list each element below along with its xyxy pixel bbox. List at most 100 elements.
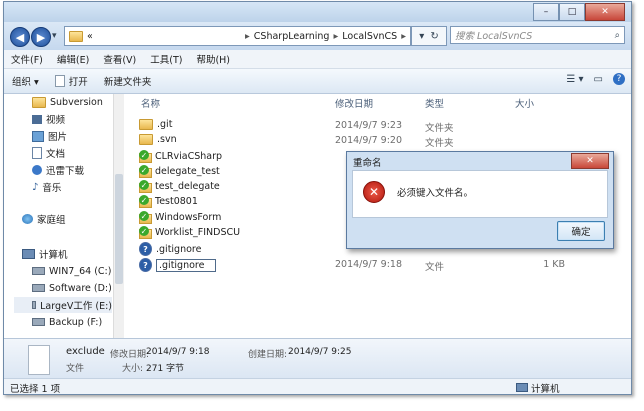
navigation-pane: Subversion 视频 图片 文档 迅雷下载 ♪ 音乐 家庭组 计算机 WI… bbox=[4, 94, 124, 338]
dropdown-icon[interactable]: ▾ bbox=[419, 31, 424, 42]
file-name: test_delegate bbox=[155, 180, 220, 192]
folder-icon bbox=[69, 30, 83, 42]
sidebar-item-label: Subversion bbox=[50, 96, 103, 108]
drive-icon bbox=[32, 301, 37, 309]
column-header-name[interactable]: 名称 bbox=[141, 96, 160, 110]
sidebar-item-thunder-downloads[interactable]: 迅雷下载 bbox=[32, 162, 84, 178]
open-button[interactable]: 打开 bbox=[47, 74, 96, 88]
sidebar-item-computer[interactable]: 计算机 bbox=[22, 246, 68, 262]
address-bar[interactable]: « ▸ CSharpLearning ▸ LocalSvnCS ▸ bbox=[64, 26, 411, 46]
sidebar-item-label: 文档 bbox=[46, 149, 66, 160]
file-name: .svn bbox=[157, 134, 177, 145]
organize-button[interactable]: 组织 ▾ bbox=[4, 74, 47, 88]
menu-help[interactable]: 帮助(H) bbox=[189, 52, 237, 66]
sidebar-item-drive-c[interactable]: WIN7_64 (C:) bbox=[32, 263, 111, 279]
help-icon[interactable]: ? bbox=[613, 73, 625, 85]
breadcrumb-localsvncs[interactable]: LocalSvnCS bbox=[338, 31, 401, 42]
file-name: delegate_test bbox=[155, 165, 220, 177]
svn-folder-icon: ✓ bbox=[139, 226, 152, 239]
sidebar-item-drive-d[interactable]: Software (D:) bbox=[32, 280, 112, 296]
sidebar-item-label: 音乐 bbox=[42, 183, 62, 194]
dialog-message: 必须键入文件名。 bbox=[397, 188, 474, 199]
details-created: 2014/9/7 9:25 bbox=[288, 347, 352, 357]
new-folder-button[interactable]: 新建文件夹 bbox=[96, 74, 160, 88]
column-header-date[interactable]: 修改日期 bbox=[335, 96, 373, 110]
file-size: 1 KB bbox=[543, 259, 565, 270]
navigation-bar: ◀ ▶ ▾ « ▸ CSharpLearning ▸ LocalSvnCS ▸ … bbox=[4, 22, 631, 50]
refresh-icon[interactable]: ↻ bbox=[430, 31, 438, 42]
download-icon bbox=[32, 165, 42, 175]
dialog-title: 重命名 bbox=[353, 158, 382, 169]
sidebar-item-pictures[interactable]: 图片 bbox=[32, 128, 67, 144]
file-name: Worklist_FINDSCU bbox=[155, 226, 241, 238]
folder-icon bbox=[32, 96, 46, 108]
file-date: 2014/9/7 9:23 bbox=[335, 120, 403, 131]
recent-dropdown-icon[interactable]: ▾ bbox=[52, 31, 57, 41]
svn-folder-icon: ✓ bbox=[139, 180, 152, 193]
dialog-close-button[interactable]: ✕ bbox=[571, 153, 609, 169]
document-icon bbox=[32, 147, 42, 159]
video-icon bbox=[32, 114, 42, 124]
sidebar-item-drive-e[interactable]: LargeV工作 (E:) bbox=[14, 297, 112, 313]
breadcrumb-csharplearning[interactable]: CSharpLearning bbox=[250, 31, 334, 42]
svn-folder-icon: ✓ bbox=[139, 150, 152, 163]
back-button[interactable]: ◀ bbox=[10, 27, 30, 47]
folder-icon bbox=[139, 134, 153, 145]
sidebar-item-music[interactable]: ♪ 音乐 bbox=[32, 179, 61, 195]
status-bar: 已选择 1 项 计算机 bbox=[4, 378, 631, 395]
sidebar-item-documents[interactable]: 文档 bbox=[32, 145, 65, 161]
column-header-type[interactable]: 类型 bbox=[425, 96, 444, 110]
ok-button[interactable]: 确定 bbox=[557, 221, 605, 241]
details-created-label: 创建日期: bbox=[248, 350, 288, 360]
computer-icon bbox=[516, 383, 528, 392]
table-row[interactable]: .svn 2014/9/7 9:20 文件夹 bbox=[139, 134, 619, 149]
view-options-icon[interactable]: ☰ ▾ bbox=[566, 74, 583, 85]
menu-tools[interactable]: 工具(T) bbox=[143, 52, 189, 66]
sidebar-item-label: 图片 bbox=[48, 132, 68, 143]
folder-icon bbox=[139, 119, 153, 130]
sidebar-item-subversion[interactable]: Subversion bbox=[32, 94, 103, 110]
dialog-body: ✕ 必须键入文件名。 bbox=[352, 170, 608, 218]
refresh-button[interactable]: ▾ ↻ bbox=[411, 26, 447, 46]
status-selected: 已选择 1 项 bbox=[10, 384, 61, 395]
preview-pane-icon[interactable]: ▭ bbox=[594, 74, 603, 85]
file-name: CLRviaCSharp bbox=[155, 150, 223, 162]
file-icon bbox=[54, 75, 65, 87]
table-row[interactable]: .git 2014/9/7 9:23 文件夹 bbox=[139, 119, 619, 134]
drive-icon bbox=[32, 318, 45, 326]
sidebar-item-drive-f[interactable]: Backup (F:) bbox=[32, 314, 102, 330]
details-modified: 2014/9/7 9:18 bbox=[146, 347, 210, 357]
table-row[interactable]: ? .gitignore 2014/9/7 9:18 文件 1 KB bbox=[139, 258, 619, 273]
search-input[interactable]: 搜索 LocalSvnCS ⌕ bbox=[450, 26, 625, 44]
forward-button[interactable]: ▶ bbox=[31, 27, 51, 47]
sidebar-item-label: 迅雷下载 bbox=[46, 166, 85, 177]
menu-edit[interactable]: 编辑(E) bbox=[50, 52, 96, 66]
sidebar-item-label: 计算机 bbox=[39, 250, 68, 261]
sidebar-item-label: Software (D:) bbox=[49, 282, 112, 294]
scrollbar-thumb[interactable] bbox=[115, 174, 123, 284]
sidebar-item-homegroup[interactable]: 家庭组 bbox=[22, 211, 66, 227]
close-button[interactable]: ✕ bbox=[585, 3, 625, 21]
sidebar-item-video[interactable]: 视频 bbox=[32, 111, 65, 127]
homegroup-icon bbox=[22, 214, 33, 224]
unversioned-file-icon: ? bbox=[139, 258, 152, 272]
minimize-button[interactable]: – bbox=[533, 3, 559, 21]
search-placeholder: 搜索 LocalSvnCS bbox=[455, 31, 533, 42]
breadcrumb-overflow[interactable]: « bbox=[83, 31, 97, 42]
file-date: 2014/9/7 9:20 bbox=[335, 135, 403, 146]
rename-input[interactable]: .gitignore bbox=[156, 258, 216, 272]
menu-view[interactable]: 查看(V) bbox=[96, 52, 143, 66]
column-header-size[interactable]: 大小 bbox=[515, 96, 534, 110]
maximize-button[interactable]: □ bbox=[559, 3, 585, 21]
sidebar-scrollbar[interactable] bbox=[113, 94, 124, 338]
sidebar-item-label: Backup (F:) bbox=[49, 316, 103, 328]
rename-error-dialog: 重命名 ✕ ✕ 必须键入文件名。 确定 bbox=[346, 151, 614, 249]
menu-file[interactable]: 文件(F) bbox=[4, 52, 50, 66]
chevron-right-icon[interactable]: ▸ bbox=[401, 31, 406, 42]
drive-icon bbox=[32, 284, 45, 292]
svn-folder-icon: ✓ bbox=[139, 211, 152, 224]
unversioned-file-icon: ? bbox=[139, 242, 152, 256]
details-filename: exclude bbox=[66, 346, 105, 357]
details-size-label: 大小: bbox=[122, 364, 144, 374]
sidebar-item-label: 视频 bbox=[46, 115, 66, 126]
